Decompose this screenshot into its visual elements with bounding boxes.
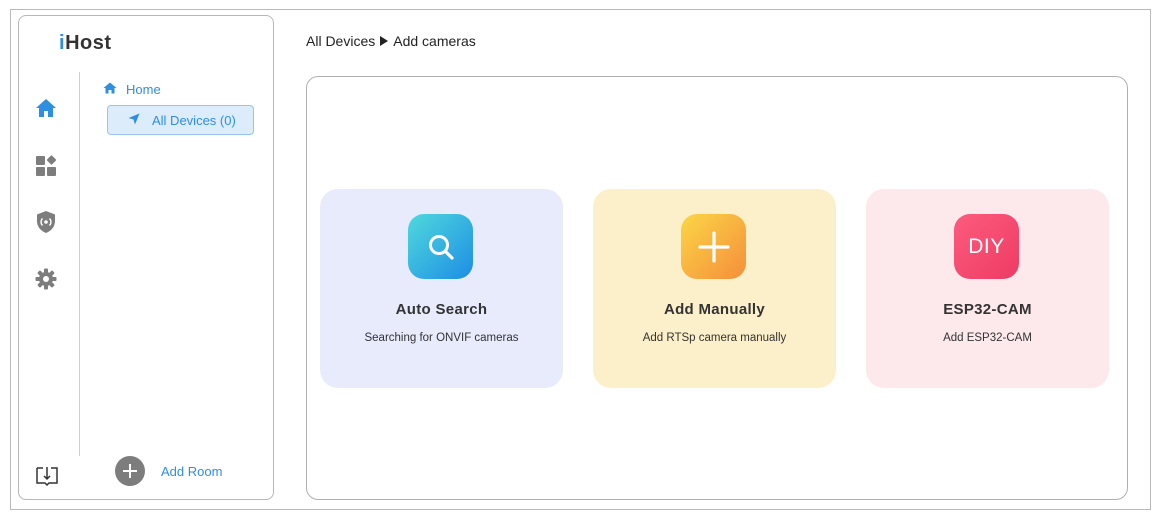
manual-book-icon[interactable]	[35, 465, 59, 487]
dashboard-icon[interactable]	[34, 154, 58, 178]
card-title: Auto Search	[395, 301, 488, 318]
security-shield-icon[interactable]	[34, 210, 58, 234]
esp32-cam-card[interactable]: DIY ESP32-CAM Add ESP32-CAM	[866, 189, 1109, 388]
add-room-label[interactable]: Add Room	[161, 464, 222, 479]
icon-rail	[19, 16, 79, 499]
breadcrumb-arrow-icon	[380, 36, 389, 46]
add-room[interactable]: Add Room	[115, 456, 222, 486]
location-arrow-icon	[128, 113, 140, 128]
search-icon	[408, 214, 473, 279]
card-title: Add Manually	[663, 301, 766, 318]
card-title: ESP32-CAM	[943, 301, 1032, 318]
card-subtitle: Searching for ONVIF cameras	[364, 332, 519, 344]
add-room-button[interactable]	[115, 456, 145, 486]
diy-icon: DIY	[954, 214, 1019, 279]
home-icon	[103, 82, 117, 97]
card-subtitle: Add RTSp camera manually	[642, 332, 787, 344]
add-manually-card[interactable]: Add Manually Add RTSp camera manually	[593, 189, 836, 388]
diy-icon-text: DIY	[968, 234, 1005, 258]
plus-icon	[681, 214, 746, 279]
breadcrumb: All Devices Add cameras	[306, 33, 476, 49]
auto-search-card[interactable]: Auto Search Searching for ONVIF cameras	[320, 189, 563, 388]
tree-item-home-label: Home	[126, 82, 161, 97]
tree-item-all-devices[interactable]: All Devices (0)	[107, 105, 254, 135]
add-camera-panel: Auto Search Searching for ONVIF cameras …	[306, 76, 1128, 500]
sidebar-divider	[79, 72, 80, 456]
tree-item-all-devices-label: All Devices (0)	[152, 112, 236, 128]
card-subtitle: Add ESP32-CAM	[943, 332, 1032, 344]
tree-item-home[interactable]: Home	[103, 82, 161, 97]
breadcrumb-current: Add cameras	[393, 33, 476, 49]
home-icon[interactable]	[34, 96, 58, 120]
breadcrumb-parent[interactable]: All Devices	[306, 33, 375, 49]
settings-gear-icon[interactable]	[34, 267, 58, 291]
sidebar: iHost Home All Devices (0) Add Room	[18, 15, 274, 500]
